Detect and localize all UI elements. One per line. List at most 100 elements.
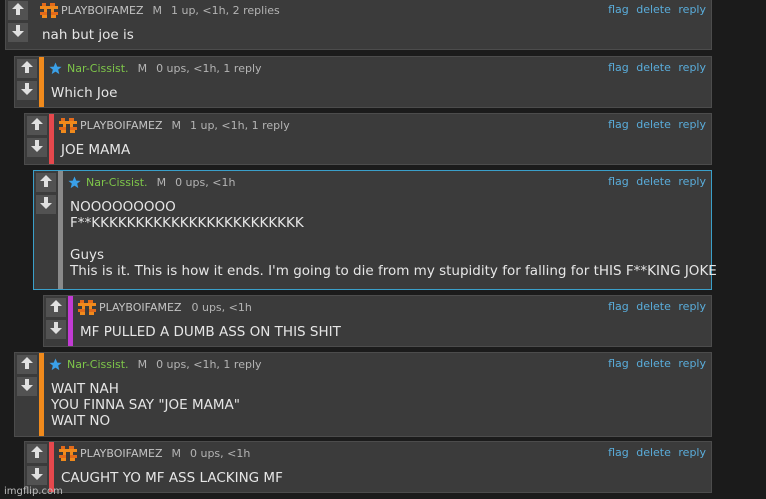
arrow-up-icon <box>30 444 44 463</box>
flag-link[interactable]: flag <box>608 300 629 313</box>
comment-text-line <box>70 231 717 247</box>
comment-actions: flag delete reply <box>604 61 706 74</box>
comment-meta: 1 up, <1h, 1 reply <box>189 118 290 132</box>
arrow-down-icon <box>39 195 53 214</box>
flag-link[interactable]: flag <box>608 118 629 131</box>
star-icon <box>49 61 67 75</box>
comment-header: PLAYBOIFAMEZ M 1 up, <1h, 2 replies <box>40 2 280 18</box>
pixel-face-avatar <box>78 299 99 315</box>
username-link[interactable]: PLAYBOIFAMEZ <box>61 4 143 17</box>
thread-depth-bar <box>68 296 73 346</box>
mod-badge: M <box>137 357 148 371</box>
upvote-button[interactable] <box>46 298 66 317</box>
flag-link[interactable]: flag <box>608 3 629 16</box>
comment-actions: flag delete reply <box>604 357 706 370</box>
thread-depth-bar <box>39 353 44 436</box>
vote-controls <box>25 442 48 492</box>
delete-link[interactable]: delete <box>636 175 671 188</box>
comment-actions: flag delete reply <box>604 118 706 131</box>
downvote-button[interactable] <box>46 320 66 339</box>
comment: PLAYBOIFAMEZ M 1 up, <1h, 1 reply flag d… <box>24 113 712 165</box>
arrow-up-icon <box>49 298 63 317</box>
upvote-button[interactable] <box>36 173 56 192</box>
username-link[interactable]: PLAYBOIFAMEZ <box>80 447 162 460</box>
vote-controls <box>15 57 38 107</box>
arrow-up-icon <box>20 59 34 78</box>
comment-actions: flag delete reply <box>604 446 706 459</box>
reply-link[interactable]: reply <box>678 446 706 459</box>
comment: PLAYBOIFAMEZ M 1 up, <1h, 2 replies flag… <box>5 0 712 50</box>
thread-depth-bar <box>58 171 63 289</box>
arrow-down-icon <box>49 320 63 339</box>
comment-text-line: nah but joe is <box>42 27 134 43</box>
delete-link[interactable]: delete <box>636 61 671 74</box>
username-link[interactable]: Nar-Cissist. <box>86 176 148 189</box>
upvote-button[interactable] <box>27 116 47 135</box>
thread-depth-bar <box>49 442 54 492</box>
comment-text-line: YOU FINNA SAY "JOE MAMA" <box>51 397 240 413</box>
downvote-button[interactable] <box>36 195 56 214</box>
comment: Nar-Cissist. M 0 ups, <1h, 1 reply flag … <box>14 56 712 108</box>
vote-controls <box>25 114 48 164</box>
vote-controls <box>6 0 29 49</box>
pixel-face-avatar <box>59 445 80 461</box>
comment-text-line: Guys <box>70 247 105 263</box>
username-link[interactable]: Nar-Cissist. <box>67 358 129 371</box>
comment-header: Nar-Cissist. M 0 ups, <1h, 1 reply <box>49 60 262 76</box>
delete-link[interactable]: delete <box>636 3 671 16</box>
mod-badge: M <box>152 3 162 17</box>
reply-link[interactable]: reply <box>678 118 706 131</box>
mod-badge: M <box>171 446 181 460</box>
imgflip-watermark: imgflip.com <box>4 486 63 497</box>
comment-meta: 0 ups, <1h <box>175 175 236 189</box>
delete-link[interactable]: delete <box>636 446 671 459</box>
comment-body: CAUGHT YO MF ASS LACKING MF <box>61 470 283 486</box>
comment-body: JOE MAMA <box>61 142 130 158</box>
delete-link[interactable]: delete <box>636 300 671 313</box>
comment-header: Nar-Cissist. M 0 ups, <1h, 1 reply <box>49 356 262 372</box>
pixel-face-avatar <box>40 2 61 18</box>
comment-body: Which Joe <box>51 85 117 101</box>
comment-text-line: WAIT NAH <box>51 381 119 397</box>
downvote-button[interactable] <box>17 81 37 100</box>
upvote-button[interactable] <box>27 444 47 463</box>
downvote-button[interactable] <box>17 377 37 396</box>
delete-link[interactable]: delete <box>636 357 671 370</box>
flag-link[interactable]: flag <box>608 175 629 188</box>
username-link[interactable]: PLAYBOIFAMEZ <box>99 301 181 314</box>
star-icon <box>49 357 67 371</box>
mod-badge: M <box>137 61 148 75</box>
upvote-button[interactable] <box>17 355 37 374</box>
comment-text-line: CAUGHT YO MF ASS LACKING MF <box>61 470 283 486</box>
username-link[interactable]: PLAYBOIFAMEZ <box>80 119 162 132</box>
comment-text-line: JOE MAMA <box>61 142 131 158</box>
reply-link[interactable]: reply <box>678 300 706 313</box>
arrow-up-icon <box>11 1 25 20</box>
upvote-button[interactable] <box>8 1 28 20</box>
downvote-button[interactable] <box>27 138 47 157</box>
reply-link[interactable]: reply <box>678 175 706 188</box>
vote-controls <box>34 171 57 289</box>
flag-link[interactable]: flag <box>608 446 629 459</box>
comment-meta: 0 ups, <1h <box>189 446 251 460</box>
downvote-button[interactable] <box>8 23 28 42</box>
arrow-down-icon <box>30 138 44 157</box>
thread-depth-bar <box>49 114 54 164</box>
flag-link[interactable]: flag <box>608 357 629 370</box>
comment: PLAYBOIFAMEZ M 0 ups, <1h flag delete re… <box>24 441 712 493</box>
upvote-button[interactable] <box>17 59 37 78</box>
username-link[interactable]: Nar-Cissist. <box>67 62 129 75</box>
comment: Nar-Cissist. M 0 ups, <1h, 1 reply flag … <box>14 352 712 437</box>
reply-link[interactable]: reply <box>678 61 706 74</box>
arrow-up-icon <box>39 173 53 192</box>
delete-link[interactable]: delete <box>636 118 671 131</box>
arrow-down-icon <box>30 466 44 485</box>
reply-link[interactable]: reply <box>678 357 706 370</box>
comment-header: PLAYBOIFAMEZ M 1 up, <1h, 1 reply <box>59 117 290 133</box>
downvote-button[interactable] <box>27 466 47 485</box>
comment-header: PLAYBOIFAMEZ 0 ups, <1h <box>78 299 252 315</box>
comment-text-line: MF PULLED A DUMB ASS ON THIS SHIT <box>80 324 341 340</box>
thread-depth-bar <box>30 0 35 49</box>
flag-link[interactable]: flag <box>608 61 629 74</box>
reply-link[interactable]: reply <box>678 3 706 16</box>
